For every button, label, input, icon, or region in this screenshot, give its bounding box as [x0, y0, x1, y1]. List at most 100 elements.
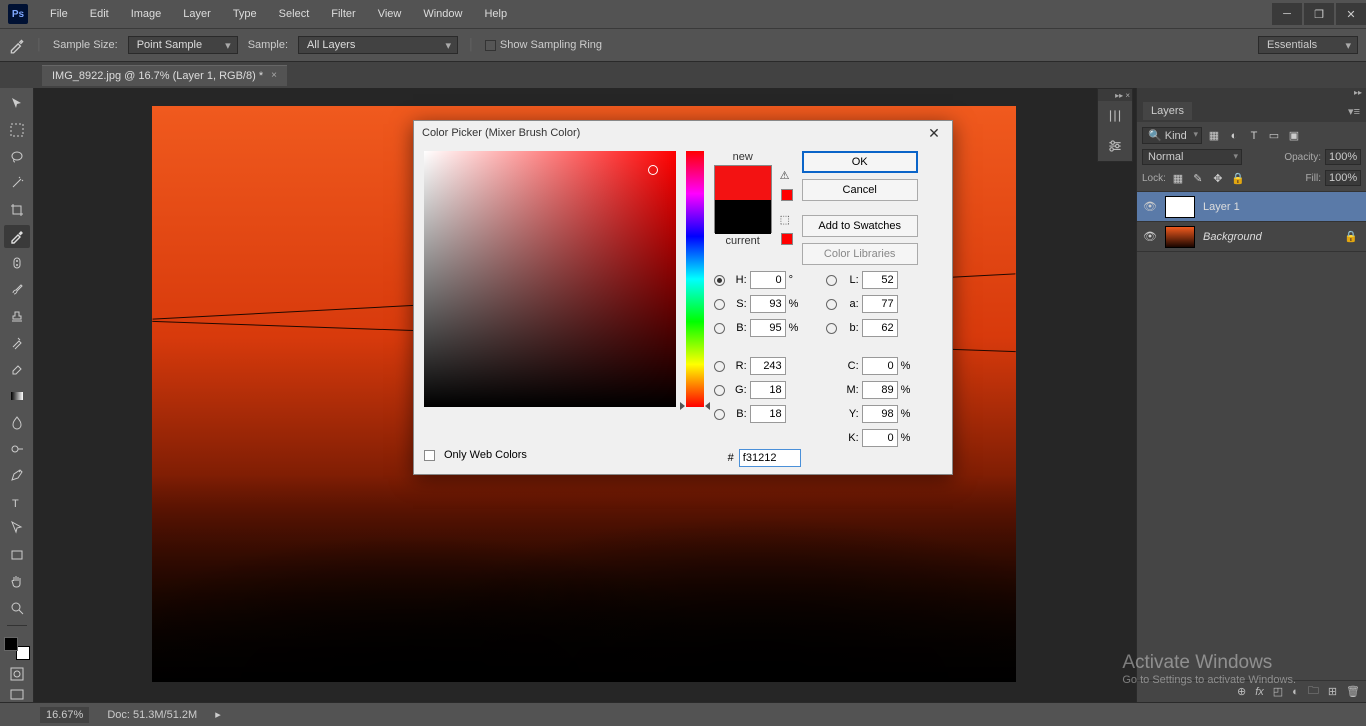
- add-swatches-button[interactable]: Add to Swatches: [802, 215, 918, 237]
- only-web-colors-checkbox[interactable]: [424, 450, 435, 461]
- minimize-button[interactable]: ─: [1272, 3, 1302, 25]
- filter-smart-icon[interactable]: ▣: [1286, 128, 1302, 144]
- menu-help[interactable]: Help: [474, 4, 517, 24]
- wand-tool[interactable]: [4, 172, 30, 196]
- menu-type[interactable]: Type: [223, 4, 267, 24]
- type-tool[interactable]: T: [4, 490, 30, 514]
- filter-shape-icon[interactable]: ▭: [1266, 128, 1282, 144]
- fx-icon[interactable]: fx: [1255, 686, 1264, 698]
- filter-pixel-icon[interactable]: ▦: [1206, 128, 1222, 144]
- websafe-swatch[interactable]: [781, 233, 793, 245]
- eyedropper-tool[interactable]: [4, 225, 30, 249]
- filter-adjust-icon[interactable]: ◐: [1226, 128, 1242, 144]
- show-ring-checkbox[interactable]: [485, 40, 496, 51]
- dialog-close-icon[interactable]: ✕: [924, 123, 944, 143]
- link-icon[interactable]: ⊕: [1237, 685, 1246, 698]
- adjust-icon[interactable]: ◐: [1292, 686, 1299, 698]
- ok-button[interactable]: OK: [802, 151, 918, 173]
- eraser-tool[interactable]: [4, 357, 30, 381]
- b-input[interactable]: [750, 319, 786, 337]
- filter-kind-dropdown[interactable]: 🔍 Kind: [1142, 127, 1202, 144]
- lab-b-radio[interactable]: [826, 323, 837, 334]
- cancel-button[interactable]: Cancel: [802, 179, 918, 201]
- menu-file[interactable]: File: [40, 4, 78, 24]
- current-color-swatch[interactable]: [715, 200, 771, 234]
- brush-settings-icon[interactable]: [1098, 131, 1132, 161]
- maximize-button[interactable]: ❐: [1304, 3, 1334, 25]
- websafe-warning-icon[interactable]: ⬚: [780, 213, 794, 227]
- l-radio[interactable]: [826, 275, 837, 286]
- menu-edit[interactable]: Edit: [80, 4, 119, 24]
- dialog-titlebar[interactable]: Color Picker (Mixer Brush Color) ✕: [414, 121, 952, 145]
- g-input[interactable]: [750, 381, 786, 399]
- statusbar-menu-icon[interactable]: ▸: [215, 708, 221, 721]
- group-icon[interactable]: 🗀: [1308, 682, 1319, 701]
- stamp-tool[interactable]: [4, 304, 30, 328]
- quickmask-icon[interactable]: [10, 667, 24, 681]
- visibility-icon[interactable]: 👁: [1143, 230, 1157, 243]
- menu-view[interactable]: View: [368, 4, 412, 24]
- workspace-dropdown[interactable]: Essentials: [1258, 36, 1358, 54]
- pen-tool[interactable]: [4, 463, 30, 487]
- lock-all-icon[interactable]: 🔒: [1230, 170, 1246, 186]
- layer-item[interactable]: 👁 Layer 1: [1137, 192, 1366, 222]
- hue-slider[interactable]: [686, 151, 704, 407]
- panel-menu-icon[interactable]: ▾≡: [1348, 105, 1366, 118]
- collapsed-expand-icon[interactable]: ▸▸ ×: [1098, 89, 1132, 101]
- r-input[interactable]: [750, 357, 786, 375]
- h-radio[interactable]: [714, 275, 725, 286]
- m-input[interactable]: [862, 381, 898, 399]
- screenmode-icon[interactable]: [10, 688, 24, 702]
- gradient-tool[interactable]: [4, 384, 30, 408]
- marquee-tool[interactable]: [4, 119, 30, 143]
- zoom-field[interactable]: 16.67%: [40, 707, 89, 723]
- history-brush-tool[interactable]: [4, 331, 30, 355]
- y-input[interactable]: [862, 405, 898, 423]
- layer-item[interactable]: 👁 Background 🔒: [1137, 222, 1366, 252]
- filter-type-icon[interactable]: T: [1246, 128, 1262, 144]
- bb-input[interactable]: [750, 405, 786, 423]
- brushes-icon[interactable]: [1098, 101, 1132, 131]
- menu-image[interactable]: Image: [121, 4, 172, 24]
- saturation-field[interactable]: [424, 151, 676, 407]
- c-input[interactable]: [862, 357, 898, 375]
- menu-select[interactable]: Select: [269, 4, 320, 24]
- k-input[interactable]: [862, 429, 898, 447]
- menu-layer[interactable]: Layer: [173, 4, 221, 24]
- delete-icon[interactable]: 🗑: [1346, 685, 1360, 698]
- shape-tool[interactable]: [4, 543, 30, 567]
- new-layer-icon[interactable]: ⊞: [1328, 685, 1337, 698]
- visibility-icon[interactable]: 👁: [1143, 200, 1157, 213]
- sample-dropdown[interactable]: All Layers: [298, 36, 458, 54]
- s-input[interactable]: [750, 295, 786, 313]
- dodge-tool[interactable]: [4, 437, 30, 461]
- gamut-warning-icon[interactable]: ⚠: [780, 169, 794, 183]
- fill-field[interactable]: 100%: [1325, 170, 1361, 186]
- color-libraries-button[interactable]: Color Libraries: [802, 243, 918, 265]
- menu-window[interactable]: Window: [413, 4, 472, 24]
- close-window-button[interactable]: ✕: [1336, 3, 1366, 25]
- blur-tool[interactable]: [4, 410, 30, 434]
- heal-tool[interactable]: [4, 251, 30, 275]
- layer-thumbnail[interactable]: [1165, 196, 1195, 218]
- lab-b-input[interactable]: [862, 319, 898, 337]
- blend-mode-dropdown[interactable]: Normal: [1142, 149, 1242, 165]
- panel-collapse-icon[interactable]: ▸▸: [1137, 88, 1366, 100]
- lasso-tool[interactable]: [4, 145, 30, 169]
- fg-bg-colors[interactable]: [4, 637, 30, 661]
- lock-pos-icon[interactable]: ✥: [1210, 170, 1226, 186]
- hand-tool[interactable]: [4, 570, 30, 594]
- g-radio[interactable]: [714, 385, 725, 396]
- path-select-tool[interactable]: [4, 517, 30, 541]
- crop-tool[interactable]: [4, 198, 30, 222]
- eyedropper-icon[interactable]: [8, 36, 26, 54]
- lock-paint-icon[interactable]: ✎: [1190, 170, 1206, 186]
- close-tab-icon[interactable]: ×: [271, 70, 277, 81]
- document-tab[interactable]: IMG_8922.jpg @ 16.7% (Layer 1, RGB/8) * …: [42, 65, 287, 86]
- show-sampling-ring[interactable]: Show Sampling Ring: [485, 39, 602, 51]
- layer-thumbnail[interactable]: [1165, 226, 1195, 248]
- bb-radio[interactable]: [714, 409, 725, 420]
- menu-filter[interactable]: Filter: [321, 4, 365, 24]
- lock-trans-icon[interactable]: ▦: [1170, 170, 1186, 186]
- hex-input[interactable]: [739, 449, 801, 467]
